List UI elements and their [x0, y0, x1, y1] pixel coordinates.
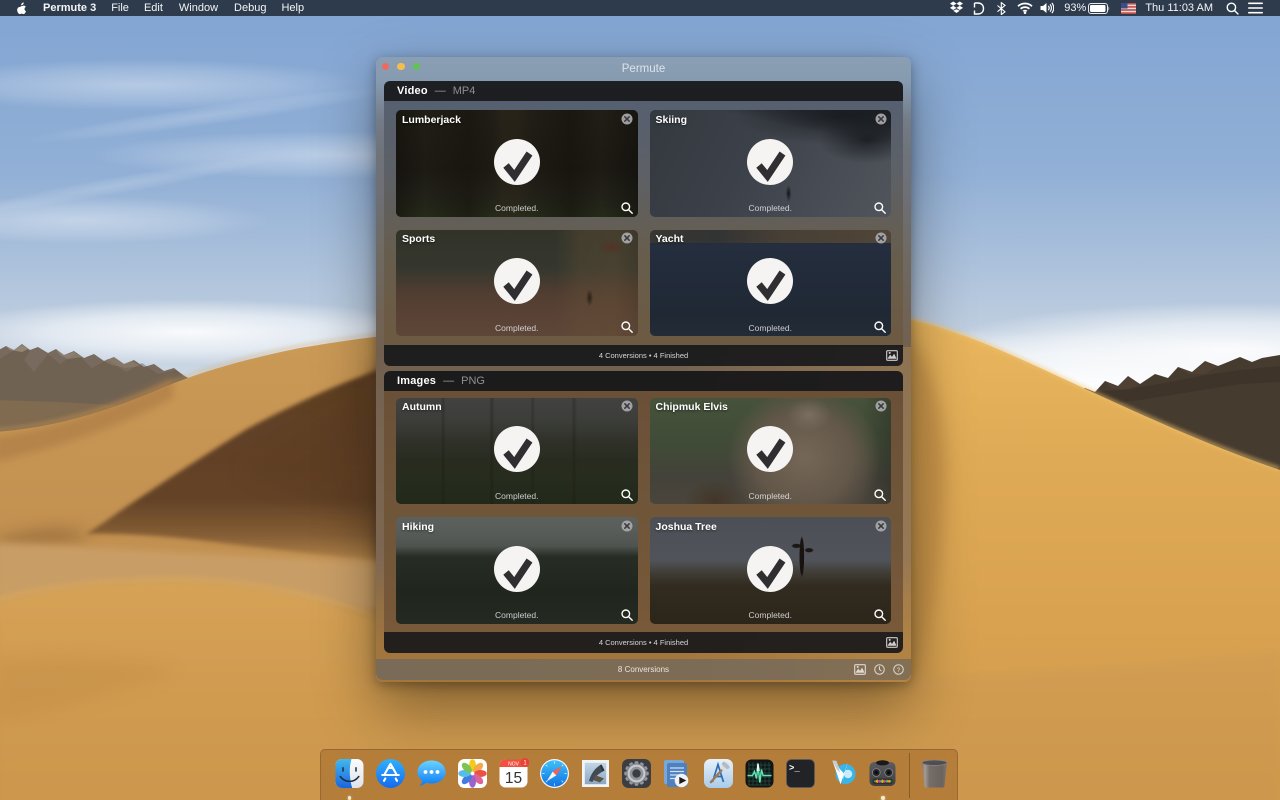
svg-text:?: ?: [896, 666, 900, 673]
svg-text:NOV: NOV: [508, 762, 520, 768]
svg-text:>_: >_: [789, 764, 800, 774]
svg-text:15: 15: [504, 770, 521, 787]
